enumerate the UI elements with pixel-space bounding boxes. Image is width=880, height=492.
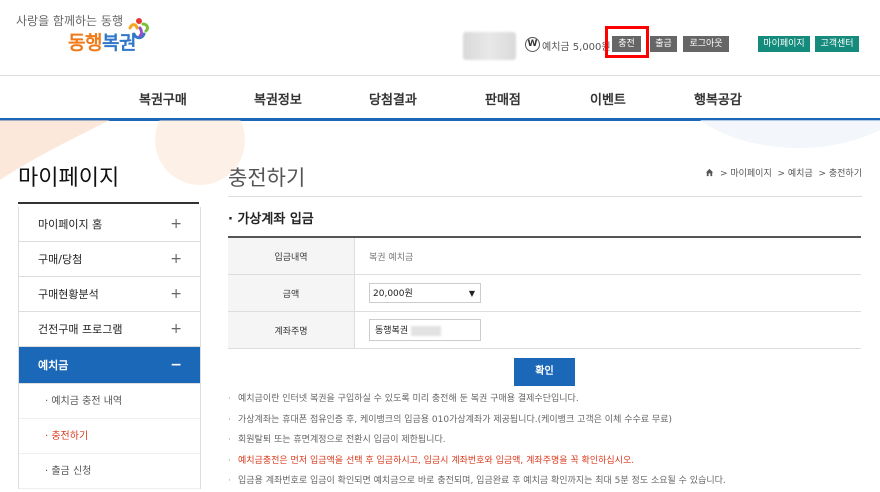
table-row: 입금내역 복권 예치금 <box>228 237 861 275</box>
breadcrumb-item[interactable]: 예치금 <box>788 169 813 179</box>
sidebar-subitem-label: 출금 신청 <box>51 466 92 477</box>
sidebar-item-label: 건전구매 프로그램 <box>38 323 123 336</box>
sidebar-subitem-charge-history[interactable]: · 예치금 충전 내역 <box>19 384 200 419</box>
logout-button[interactable]: 로그아웃 <box>683 36 729 52</box>
sidebar-item-deposit[interactable]: 예치금 − <box>19 347 200 384</box>
depositor-field[interactable]: 동행복권 <box>369 319 481 341</box>
nav-draw-results[interactable]: 당첨결과 <box>369 89 417 108</box>
charge-button-highlight <box>605 26 649 58</box>
breadcrumb-item: 충전하기 <box>828 169 862 179</box>
withdraw-button[interactable]: 출금 <box>650 36 677 52</box>
confirm-button[interactable]: 확인 <box>514 358 575 386</box>
chevron-right-icon: > <box>774 169 788 179</box>
logo-tagline: 사랑을 함께하는 동행 <box>16 14 123 28</box>
expand-icon: + <box>170 251 182 267</box>
amount-select-value: 20,000원 <box>373 289 413 299</box>
sidebar-menu: 마이페이지 홈 + 구매/당첨 + 구매현황분석 + 건전구매 프로그램 + 예치금 − … <box>18 207 201 489</box>
expand-icon: + <box>170 216 182 232</box>
nav-stores[interactable]: 판매점 <box>485 89 521 108</box>
amount-label: 금액 <box>228 274 355 312</box>
sidebar-item-purchase-win[interactable]: 구매/당첨 + <box>19 242 200 277</box>
expand-icon: + <box>170 321 182 337</box>
sidebar-divider <box>18 202 199 204</box>
notice-list: 예치금이란 인터넷 복권을 구입하실 수 있도록 미리 충전해 둔 복권 구매용… <box>228 389 868 492</box>
nav-lottery-purchase[interactable]: 복권구매 <box>139 89 187 108</box>
nav-happiness[interactable]: 행복공감 <box>694 89 742 108</box>
history-value: 복권 예치금 <box>354 237 861 275</box>
home-icon[interactable] <box>705 168 714 177</box>
sidebar-subitem-charge[interactable]: · 충전하기 <box>19 419 200 454</box>
breadcrumb: > 마이페이지 > 예치금 > 충전하기 <box>705 166 862 179</box>
sidebar-subitem-label: 충전하기 <box>51 431 89 442</box>
nav-lottery-info[interactable]: 복권정보 <box>254 89 302 108</box>
mypage-button[interactable]: 마이페이지 <box>758 36 810 52</box>
sidebar-item-purchase-analysis[interactable]: 구매현황분석 + <box>19 277 200 312</box>
collapse-icon: − <box>170 357 182 373</box>
header-divider <box>0 75 880 76</box>
section-title: · 가상계좌 입금 <box>228 208 314 227</box>
sidebar-item-label: 마이페이지 홈 <box>38 218 103 231</box>
depositor-name-blurred <box>411 325 442 336</box>
logo-swirl-icon <box>128 18 149 40</box>
notice-item-warning: 예치금충전은 먼저 입금액을 선택 후 입금하시고, 입금시 계좌번호와 입금액… <box>228 451 868 472</box>
sidebar-subitem-label: 예치금 충전 내역 <box>51 396 123 407</box>
support-button[interactable]: 고객센터 <box>815 36 859 52</box>
breadcrumb-item[interactable]: 마이페이지 <box>730 169 771 179</box>
sidebar-item-label: 예치금 <box>38 359 69 372</box>
logo-text-part1: 동행 <box>68 32 102 54</box>
sidebar-item-label: 구매현황분석 <box>38 288 99 301</box>
expand-icon: + <box>170 286 182 302</box>
history-label: 입금내역 <box>228 237 355 275</box>
nav-events[interactable]: 이벤트 <box>590 89 626 108</box>
sidebar-title: 마이페이지 <box>18 166 120 191</box>
notice-item: 예치금이란 인터넷 복권을 구입하실 수 있도록 미리 충전해 둔 복권 구매용… <box>228 389 868 410</box>
content-divider <box>228 196 862 197</box>
depositor-field-value: 동행복권 <box>375 326 409 336</box>
amount-select[interactable]: 20,000원 ▼ <box>369 283 481 303</box>
caret-down-icon: ▼ <box>468 289 475 298</box>
deposit-form-table: 입금내역 복권 예치금 금액 20,000원 ▼ 계좌주명 동행복권 <box>228 236 861 349</box>
notice-item: 회원탈퇴 또는 휴면계정으로 전환시 입금이 제한됩니다. <box>228 430 868 451</box>
notice-item: 가상계좌는 휴대폰 점유인증 후, 케이뱅크의 입금용 010가상계좌가 제공됩… <box>228 410 868 431</box>
notice-item: 입금용 계좌번호로 입금이 확인되면 예치금으로 바로 충전되며, 입금완료 후… <box>228 471 868 492</box>
sidebar-item-label: 구매/당첨 <box>38 253 83 266</box>
chevron-right-icon: > <box>815 169 829 179</box>
balance-text: 예치금 5,000원 <box>542 42 611 53</box>
table-row: 금액 20,000원 ▼ <box>228 274 861 312</box>
sidebar-item-mypage-home[interactable]: 마이페이지 홈 + <box>19 207 200 242</box>
page-title: 충전하기 <box>228 166 306 190</box>
table-row: 계좌주명 동행복권 <box>228 311 861 349</box>
won-icon: W <box>525 37 540 52</box>
user-name-blurred <box>463 32 516 60</box>
section-title-text: 가상계좌 입금 <box>237 212 314 227</box>
depositor-label: 계좌주명 <box>228 311 355 349</box>
sidebar-item-healthy-purchase[interactable]: 건전구매 프로그램 + <box>19 312 200 347</box>
chevron-right-icon: > <box>717 169 731 179</box>
sidebar-subitem-withdraw-request[interactable]: · 출금 신청 <box>19 454 200 489</box>
